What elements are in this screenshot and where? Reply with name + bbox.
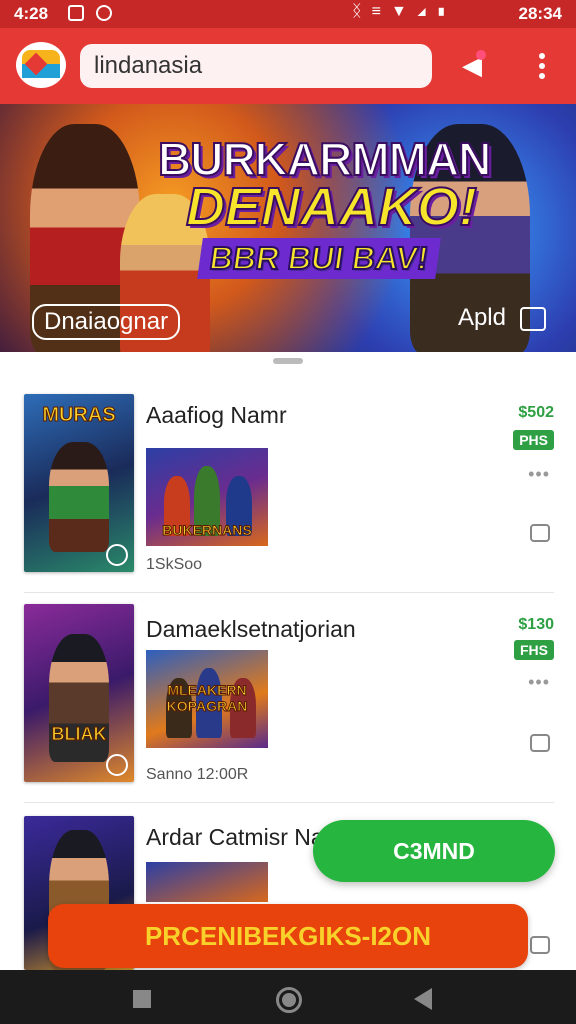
poster-character bbox=[49, 442, 109, 552]
game-thumbnail[interactable] bbox=[146, 862, 268, 902]
app-bar: lindanasia ◀ bbox=[0, 28, 576, 104]
drag-handle[interactable] bbox=[273, 358, 303, 364]
search-input[interactable]: lindanasia bbox=[80, 44, 432, 88]
thumb-title: BUKERNANS bbox=[162, 522, 252, 539]
app-logo-icon[interactable] bbox=[16, 42, 66, 88]
promo-banner[interactable]: BURKARMMAN DENAAKO! BBR BUI BAV! Dnaiaog… bbox=[0, 104, 576, 352]
thumb-title: MLEAKERN KOPAGRAN bbox=[166, 682, 248, 715]
poster-badge-icon bbox=[106, 544, 128, 566]
banner-right-action[interactable]: Apld bbox=[458, 304, 546, 332]
select-checkbox[interactable] bbox=[530, 524, 550, 542]
system-nav-bar bbox=[0, 970, 576, 1024]
overflow-menu-icon[interactable]: ••• bbox=[528, 672, 550, 693]
game-poster: BLIAK bbox=[24, 604, 134, 782]
overflow-menu-icon[interactable]: ••• bbox=[528, 464, 550, 485]
poster-title: BLIAK bbox=[51, 724, 107, 745]
status-time-left: 4:28 bbox=[14, 4, 49, 23]
banner-left-button[interactable]: Dnaiaognar bbox=[32, 304, 181, 340]
status-icons: ᛝ≡▼◢▮ bbox=[352, 3, 456, 20]
game-price: $130 bbox=[518, 616, 554, 633]
home-icon[interactable] bbox=[276, 987, 302, 1013]
back-icon[interactable] bbox=[414, 988, 432, 1010]
game-name: Damaeklsetnatjorian bbox=[146, 616, 356, 642]
game-name: Aaafiog Namr bbox=[146, 402, 287, 428]
game-thumbnail[interactable]: BUKERNANS bbox=[146, 448, 268, 546]
select-checkbox[interactable] bbox=[530, 936, 550, 954]
command-button[interactable]: C3MND bbox=[313, 820, 555, 882]
megaphone-icon[interactable]: ◀ bbox=[462, 50, 494, 80]
game-meta: 1SkSoo bbox=[146, 556, 203, 573]
list-item[interactable]: MURAS Aaafiog Namr BUKERNANS 1SkSoo $502… bbox=[24, 394, 554, 593]
game-meta: Sanno 12:00R bbox=[146, 766, 249, 783]
promo-cta-button[interactable]: PRCENIBEKGIKS-I2ON bbox=[48, 904, 528, 968]
select-checkbox[interactable] bbox=[530, 734, 550, 752]
game-price: $502 bbox=[518, 404, 554, 421]
recents-icon[interactable] bbox=[133, 990, 151, 1008]
status-bar: 4:28 ᛝ≡▼◢▮ 28:34 bbox=[0, 0, 576, 28]
list-item[interactable]: BLIAK Damaeklsetnatjorian MLEAKERN KOPAG… bbox=[24, 604, 554, 803]
poster-title: MURAS bbox=[42, 404, 116, 427]
game-thumbnail[interactable]: MLEAKERN KOPAGRAN bbox=[146, 650, 268, 748]
poster-badge-icon bbox=[106, 754, 128, 776]
price-badge: FHS bbox=[514, 640, 554, 660]
banner-title-line2: DENAAKO! bbox=[185, 176, 478, 238]
game-name: Ardar Catmisr Nan bbox=[146, 824, 337, 850]
banner-title-line3: BBR BUI BAV! bbox=[197, 238, 441, 279]
more-options-icon[interactable] bbox=[532, 50, 552, 82]
notification-icon bbox=[68, 5, 84, 21]
share-icon bbox=[520, 306, 546, 331]
banner-right-label: Apld bbox=[457, 304, 506, 331]
status-time-right: 28:34 bbox=[518, 4, 562, 23]
price-badge: PHS bbox=[513, 430, 554, 450]
game-poster: MURAS bbox=[24, 394, 134, 572]
photo-notification-icon bbox=[96, 5, 112, 21]
